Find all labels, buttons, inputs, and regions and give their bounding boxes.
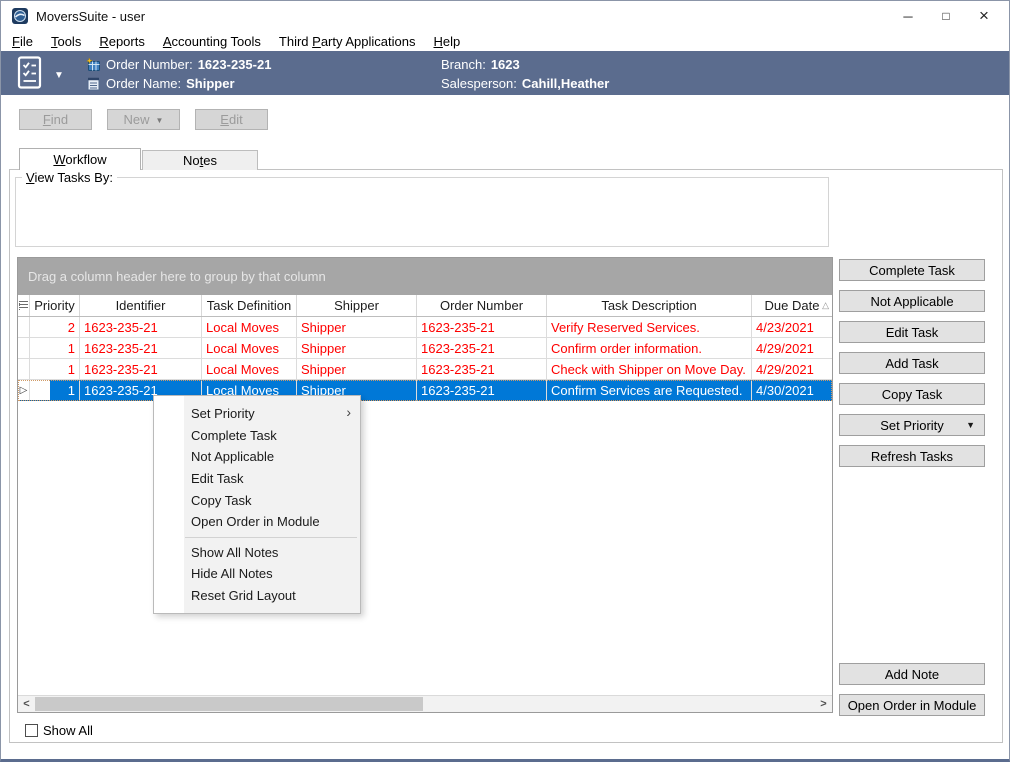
sort-ascending-icon[interactable]: △ <box>822 300 829 311</box>
order-number-label: Order Number: <box>106 55 193 74</box>
view-tasks-by-label: View Tasks By: <box>22 170 117 185</box>
grid-options-icon[interactable] <box>18 295 30 316</box>
branch-value: 1623 <box>491 55 520 74</box>
column-header-order-number[interactable]: Order Number <box>417 295 547 316</box>
task-module-icon[interactable] <box>15 56 45 90</box>
grid-header-row: Priority Identifier Task Definition Ship… <box>18 295 832 317</box>
app-logo-icon <box>12 8 28 24</box>
menu-accounting-tools[interactable]: Accounting Tools <box>154 32 270 51</box>
menu-help[interactable]: Help <box>424 32 469 51</box>
column-header-due-date[interactable]: Due Date △ <box>752 295 832 316</box>
context-menu-hide-all-notes[interactable]: Hide All Notes <box>154 563 360 585</box>
minimize-icon[interactable]: ─ <box>889 1 927 31</box>
complete-task-button[interactable]: Complete Task <box>839 259 985 281</box>
tab-workflow[interactable]: Workflow <box>19 148 141 170</box>
title-bar: MoversSuite - user ─ □ × <box>1 1 1009 31</box>
scroll-right-icon[interactable]: > <box>815 696 832 712</box>
menu-third-party-applications[interactable]: Third Party Applications <box>270 32 425 51</box>
new-dropdown-icon[interactable]: ▼ <box>156 116 164 125</box>
task-row[interactable]: 2 1623-235-21 Local Moves Shipper 1623-2… <box>18 317 832 338</box>
group-by-band[interactable]: Drag a column header here to group by th… <box>18 258 832 295</box>
open-order-in-module-button[interactable]: Open Order in Module <box>839 694 985 716</box>
app-window: MoversSuite - user ─ □ × File Tools Repo… <box>0 0 1010 762</box>
column-header-task-description[interactable]: Task Description <box>547 295 752 316</box>
set-priority-button[interactable]: Set Priority ▼ <box>839 414 985 436</box>
show-all-checkbox[interactable] <box>25 724 38 737</box>
module-dropdown-icon[interactable]: ▼ <box>54 70 64 81</box>
menu-separator <box>185 537 357 538</box>
set-priority-dropdown-icon[interactable]: ▼ <box>966 420 975 430</box>
order-header-band: ▼ Order Number: 1623-235-21 <box>1 51 1009 95</box>
context-menu: Set Priority › Complete Task Not Applica… <box>153 395 361 614</box>
tasks-grid: Drag a column header here to group by th… <box>17 257 833 713</box>
show-all-label: Show All <box>43 723 93 738</box>
context-menu-reset-grid-layout[interactable]: Reset Grid Layout <box>154 585 360 607</box>
task-row[interactable]: 1 1623-235-21 Local Moves Shipper 1623-2… <box>18 338 832 359</box>
context-menu-show-all-notes[interactable]: Show All Notes <box>154 542 360 564</box>
tab-notes[interactable]: Notes <box>142 150 258 170</box>
column-header-priority[interactable]: Priority <box>30 295 80 316</box>
row-indicator-cell <box>18 338 30 359</box>
window-title: MoversSuite - user <box>36 9 145 24</box>
task-row[interactable]: 1 1623-235-21 Local Moves Shipper 1623-2… <box>18 359 832 380</box>
order-name-value: Shipper <box>186 74 234 93</box>
context-menu-set-priority[interactable]: Set Priority › <box>154 403 360 425</box>
menu-file[interactable]: File <box>3 32 42 51</box>
menu-tools[interactable]: Tools <box>42 32 90 51</box>
submenu-arrow-icon: › <box>346 404 351 420</box>
edit-task-button[interactable]: Edit Task <box>839 321 985 343</box>
menu-bar: File Tools Reports Accounting Tools Thir… <box>1 31 1009 51</box>
view-tasks-by-group: View Tasks By: <box>15 177 829 247</box>
menu-reports[interactable]: Reports <box>90 32 154 51</box>
context-menu-not-applicable[interactable]: Not Applicable <box>154 446 360 468</box>
not-applicable-button[interactable]: Not Applicable <box>839 290 985 312</box>
add-task-button[interactable]: Add Task <box>839 352 985 374</box>
salesperson-label: Salesperson: <box>441 74 517 93</box>
branch-label: Branch: <box>441 55 486 74</box>
new-button[interactable]: New ▼ <box>107 109 180 130</box>
maximize-icon[interactable]: □ <box>927 1 965 31</box>
close-icon[interactable]: × <box>965 1 1003 31</box>
context-menu-edit-task[interactable]: Edit Task <box>154 468 360 490</box>
column-header-shipper[interactable]: Shipper <box>297 295 417 316</box>
order-name-label: Order Name: <box>106 74 181 93</box>
salesperson-value: Cahill,Heather <box>522 74 609 93</box>
find-button[interactable]: Find <box>19 109 92 130</box>
add-note-button[interactable]: Add Note <box>839 663 985 685</box>
row-indicator-icon: ▷ <box>18 380 30 401</box>
context-menu-copy-task[interactable]: Copy Task <box>154 489 360 511</box>
scroll-left-icon[interactable]: < <box>18 696 35 712</box>
row-indicator-cell <box>18 359 30 380</box>
edit-button[interactable]: Edit <box>195 109 268 130</box>
column-header-task-definition[interactable]: Task Definition <box>202 295 297 316</box>
copy-task-button[interactable]: Copy Task <box>839 383 985 405</box>
order-number-icon <box>85 58 101 72</box>
window-controls: ─ □ × <box>889 1 1003 31</box>
row-indicator-cell <box>18 317 30 338</box>
scrollbar-thumb[interactable] <box>35 697 423 711</box>
context-menu-complete-task[interactable]: Complete Task <box>154 425 360 447</box>
context-menu-open-order-in-module[interactable]: Open Order in Module <box>154 511 360 533</box>
order-name-icon <box>85 77 101 91</box>
horizontal-scrollbar[interactable]: < > <box>18 695 832 712</box>
order-number-value: 1623-235-21 <box>198 55 272 74</box>
task-row-selected[interactable]: ▷ 1 1623-235-21 Local Moves Shipper 1623… <box>18 380 832 401</box>
refresh-tasks-button[interactable]: Refresh Tasks <box>839 445 985 467</box>
show-all-option: Show All <box>25 723 93 738</box>
column-header-identifier[interactable]: Identifier <box>80 295 202 316</box>
